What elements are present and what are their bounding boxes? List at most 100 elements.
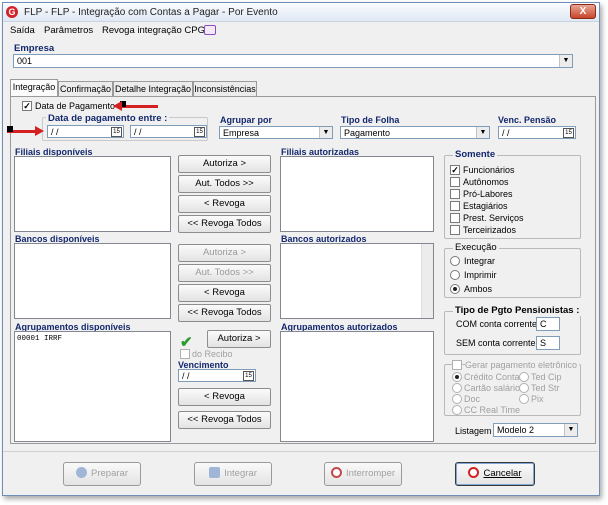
integrar-label: Integrar	[224, 468, 257, 479]
data-pagamento-checkbox[interactable]: ✓	[22, 101, 32, 111]
stop-icon	[330, 467, 342, 478]
vencimento-input[interactable]: / / 15	[178, 369, 256, 382]
gerar-pagamento-label: Gerar pagamento eletrônico	[465, 360, 580, 370]
sem-conta-label: SEM conta corrente	[456, 338, 536, 348]
menu-saida[interactable]: Saída	[10, 25, 35, 36]
tab-detalhe-integracao[interactable]: Detalhe Integração	[113, 81, 193, 97]
funcionarios-checkbox[interactable]: ✓	[450, 165, 460, 175]
interromper-button[interactable]: Interromper	[324, 462, 402, 486]
tipo-folha-select[interactable]: Pagamento ▼	[340, 126, 490, 139]
tipo-folha-value: Pagamento	[344, 128, 391, 138]
com-conta-input[interactable]: C	[536, 317, 560, 331]
close-button[interactable]: X	[570, 4, 596, 19]
venc-pensao-input[interactable]: / / 15	[498, 126, 576, 139]
prest-servicos-label: Prest. Serviços	[463, 213, 524, 223]
filiais-autorizadas-list[interactable]	[280, 156, 434, 232]
cancelar-label: Cancelar	[483, 468, 522, 479]
agrupar-select[interactable]: Empresa ▼	[219, 126, 333, 139]
somente-title: Somente	[453, 149, 498, 160]
annotation-arrow-2	[7, 126, 36, 133]
funcionarios-label: Funcionários	[463, 165, 515, 175]
imprimir-radio[interactable]	[450, 270, 460, 280]
cartao-salario-label: Cartão salário	[464, 383, 521, 393]
annotation-arrowhead-2	[35, 126, 44, 136]
empresa-value: 001	[17, 56, 33, 66]
monitor-icon[interactable]	[204, 25, 216, 35]
calendar-icon[interactable]: 15	[563, 128, 574, 138]
tab-confirmacao[interactable]: Confirmação	[58, 81, 113, 97]
chevron-down-icon[interactable]: ▼	[564, 424, 577, 436]
estagiarios-checkbox[interactable]	[450, 201, 460, 211]
filiais-revoga-todos-button[interactable]: << Revoga Todos	[178, 215, 271, 233]
listagem-value: Modelo 2	[497, 425, 535, 435]
preparar-button[interactable]: Preparar	[63, 462, 141, 486]
ted-cip-radio[interactable]	[519, 372, 529, 382]
listagem-select[interactable]: Modelo 2 ▼	[493, 423, 578, 437]
do-recibo-checkbox[interactable]	[180, 349, 190, 359]
date-from-input[interactable]: / / 15	[47, 125, 124, 138]
chevron-down-icon[interactable]: ▼	[476, 127, 489, 138]
menu-parametros[interactable]: Parâmetros	[44, 25, 93, 36]
pix-radio[interactable]	[519, 394, 529, 404]
com-conta-label: COM conta corrente	[456, 319, 538, 329]
gerar-pagamento-checkbox[interactable]	[452, 360, 462, 370]
pro-labores-checkbox[interactable]	[450, 189, 460, 199]
bancos-disponiveis-list[interactable]	[14, 243, 171, 319]
integrar-button[interactable]: Integrar	[194, 462, 272, 486]
ted-str-radio[interactable]	[519, 383, 529, 393]
agrupamentos-revoga-button[interactable]: < Revoga	[178, 388, 271, 406]
window-title: FLP - FLP - Integração com Contas a Paga…	[24, 7, 278, 18]
agrupamentos-revoga-todos-button[interactable]: << Revoga Todos	[178, 411, 271, 429]
interromper-label: Interromper	[345, 468, 396, 479]
prest-servicos-checkbox[interactable]	[450, 213, 460, 223]
sem-conta-input[interactable]: S	[536, 336, 560, 350]
menu-revoga-integracao[interactable]: Revoga integração CPG	[102, 25, 205, 36]
empresa-select[interactable]: 001 ▼	[13, 54, 573, 68]
date-from-value: / /	[51, 127, 59, 137]
doc-radio[interactable]	[452, 394, 462, 404]
venc-pensao-label: Venc. Pensão	[498, 115, 557, 125]
data-pagamento-label: Data de Pagamento	[35, 101, 116, 111]
list-item[interactable]: 00001 IRRF	[15, 332, 170, 346]
calendar-icon[interactable]: 15	[243, 371, 254, 381]
cancelar-button[interactable]: Cancelar	[455, 462, 535, 486]
agrupamentos-autorizados-list[interactable]	[280, 331, 434, 442]
listagem-label: Listagem	[455, 426, 492, 436]
doc-label: Doc	[464, 394, 481, 404]
cancel-icon	[468, 467, 480, 478]
date-to-input[interactable]: / / 15	[130, 125, 207, 138]
annotation-arrowhead	[113, 101, 122, 111]
credito-conta-radio[interactable]	[452, 372, 462, 382]
bancos-autoriza-button[interactable]: Autoriza >	[178, 244, 271, 262]
pro-labores-label: Pró-Labores	[463, 189, 513, 199]
filiais-revoga-button[interactable]: < Revoga	[178, 195, 271, 213]
calendar-icon[interactable]: 15	[194, 127, 205, 137]
ted-cip-label: Ted Cip	[531, 372, 562, 382]
bancos-autorizados-list[interactable]	[280, 243, 434, 319]
autonomos-checkbox[interactable]	[450, 177, 460, 187]
filiais-aut-todos-button[interactable]: Aut. Todos >>	[178, 175, 271, 193]
bancos-revoga-todos-button[interactable]: << Revoga Todos	[178, 304, 271, 322]
agrupamentos-autoriza-button[interactable]: Autoriza >	[207, 330, 271, 348]
calendar-icon[interactable]: 15	[111, 127, 122, 137]
imprimir-label: Imprimir	[464, 270, 497, 280]
cartao-salario-radio[interactable]	[452, 383, 462, 393]
agrupamentos-disponiveis-list[interactable]: 00001 IRRF	[14, 331, 171, 442]
filiais-autoriza-button[interactable]: Autoriza >	[178, 155, 271, 173]
preparar-label: Preparar	[91, 468, 128, 479]
chevron-down-icon[interactable]: ▼	[319, 127, 332, 138]
annotation-arrow	[120, 101, 158, 108]
integrar-radio[interactable]	[450, 256, 460, 266]
bancos-revoga-button[interactable]: < Revoga	[178, 284, 271, 302]
filiais-disponiveis-list[interactable]	[14, 156, 171, 232]
cc-real-time-radio[interactable]	[452, 405, 462, 415]
scrollbar[interactable]	[421, 244, 433, 318]
date-range-label: Data de pagamento entre :	[46, 113, 170, 124]
ambos-label: Ambos	[464, 284, 493, 294]
ambos-radio[interactable]	[450, 284, 460, 294]
chevron-down-icon[interactable]: ▼	[559, 55, 572, 67]
bancos-aut-todos-button[interactable]: Aut. Todos >>	[178, 264, 271, 282]
divider	[3, 451, 598, 452]
terceirizados-checkbox[interactable]	[450, 225, 460, 235]
tab-inconsistencias[interactable]: Inconsistências	[193, 81, 257, 97]
